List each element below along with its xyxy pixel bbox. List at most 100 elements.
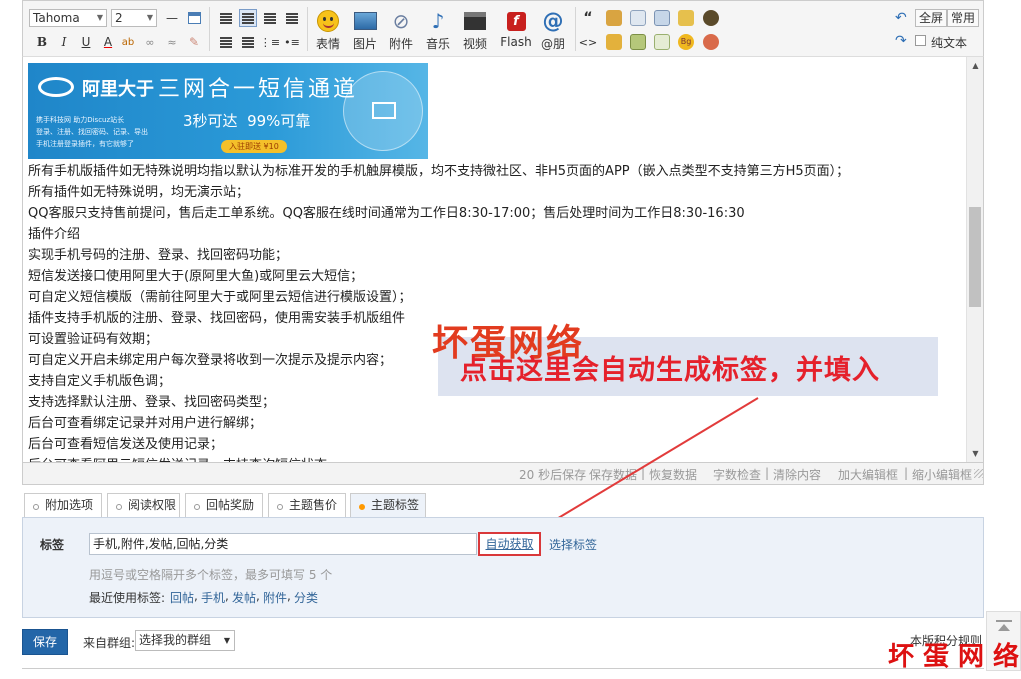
- tag-separator: ,: [256, 589, 260, 603]
- autosave-status: 20 秒后保存: [519, 468, 587, 482]
- music-note-icon: ♪: [431, 9, 445, 33]
- tab-thread-tags[interactable]: 主题标签: [350, 493, 426, 519]
- float-right-icon[interactable]: [239, 33, 257, 51]
- lock-icon[interactable]: [606, 34, 622, 50]
- submit-bar: 保存 来自群组: 选择我的群组 ▼ 本版积分规则: [22, 624, 984, 669]
- recent-tags-label: 最近使用标签:: [89, 591, 166, 605]
- scrollbar-thumb[interactable]: [969, 207, 981, 307]
- ordered-list-icon[interactable]: ⋮≡: [260, 33, 280, 51]
- italic-icon[interactable]: I: [55, 33, 73, 51]
- tag-label: 标签: [40, 538, 65, 552]
- enlarge-editor-link[interactable]: 加大编辑框: [838, 466, 898, 483]
- recent-tag[interactable]: 回帖: [170, 589, 194, 606]
- redo-icon[interactable]: ↷: [895, 33, 907, 49]
- video-clapper-icon: [462, 8, 488, 34]
- tag-panel: 标签 手机,附件,发帖,回帖,分类 自动获取 选择标签 用逗号或空格隔开多个标签…: [22, 517, 984, 618]
- brand-logo-icon: [38, 77, 74, 97]
- clear-content-link[interactable]: 清除内容: [773, 466, 821, 483]
- recent-tag[interactable]: 发帖: [232, 589, 256, 606]
- editor-scrollbar[interactable]: ▲ ▼: [966, 57, 983, 462]
- bold-icon[interactable]: B: [33, 33, 51, 51]
- at-icon: @: [542, 9, 564, 33]
- mention-button[interactable]: @ @朋: [536, 8, 570, 52]
- banner-small-text: 携手科技网 助力Discuz站长 登录、注册、找回密码、记录、导出 手机注册登录…: [36, 116, 148, 148]
- music-button[interactable]: ♪ 音乐: [421, 8, 455, 52]
- video-button[interactable]: 视频: [458, 8, 492, 52]
- resize-grip-icon[interactable]: [974, 469, 983, 478]
- save-button[interactable]: 保存: [22, 629, 68, 655]
- disc-icon[interactable]: [703, 10, 719, 26]
- link-icon[interactable]: ∞: [141, 33, 159, 51]
- table-icon[interactable]: [185, 9, 203, 27]
- auto-fetch-button[interactable]: 自动获取: [478, 532, 541, 556]
- content-line: 短信发送接口使用阿里大于(原阿里大鱼)或阿里云大短信；: [28, 269, 364, 284]
- status-divider: |: [641, 466, 646, 480]
- tag-input[interactable]: 手机,附件,发帖,回帖,分类: [89, 533, 477, 555]
- hide-icon[interactable]: [703, 34, 719, 50]
- corner-watermark: 坏蛋网络: [888, 642, 1021, 672]
- restore-data-link[interactable]: 恢复数据: [649, 466, 697, 483]
- note-icon[interactable]: [654, 34, 670, 50]
- emoticon-button[interactable]: 表情: [311, 8, 345, 52]
- image-mark-icon[interactable]: [606, 10, 622, 26]
- choose-tag-link[interactable]: 选择标签: [549, 536, 597, 553]
- save-data-link[interactable]: 保存数据: [589, 466, 637, 483]
- undo-icon[interactable]: ↶: [895, 10, 907, 26]
- toolbar-divider: [307, 7, 308, 51]
- key-icon[interactable]: [678, 10, 694, 26]
- banner-slogan: 3秒可达 99%可靠: [183, 112, 311, 130]
- align-left-icon[interactable]: [217, 9, 235, 27]
- recent-tag[interactable]: 分类: [294, 589, 318, 606]
- format-brush-icon[interactable]: ✎: [185, 33, 203, 51]
- toolbar-divider: [209, 7, 210, 51]
- scroll-up-icon[interactable]: ▲: [967, 61, 983, 70]
- editor-toolbar: Tahoma ▼ 2 ▼ — B I U A ab ∞ ≈ ✎ ⋮≡ •≡ 表情 图…: [22, 0, 984, 56]
- paperclip-icon: ⊘: [392, 9, 410, 33]
- editor-area[interactable]: 阿里大于 三网合一短信通道 携手科技网 助力Discuz站长 登录、注册、找回密…: [22, 56, 984, 463]
- page-icon[interactable]: [630, 10, 646, 26]
- recent-tag[interactable]: 附件: [263, 589, 287, 606]
- quote-icon[interactable]: “: [579, 9, 597, 27]
- unlink-icon[interactable]: ≈: [163, 33, 181, 51]
- background-icon[interactable]: Bg: [678, 34, 694, 50]
- arrow-up-icon: [998, 624, 1010, 631]
- attachment-button[interactable]: ⊘ 附件: [384, 8, 418, 52]
- back-to-top-icon: [996, 620, 1012, 622]
- font-size-select[interactable]: 2 ▼: [111, 9, 157, 27]
- align-justify-icon[interactable]: [283, 9, 301, 27]
- tag-hint: 用逗号或空格隔开多个标签，最多可填写 5 个: [89, 568, 333, 582]
- word-check-link[interactable]: 字数检查: [713, 466, 761, 483]
- tab-reply-reward[interactable]: 回帖奖励: [185, 493, 263, 518]
- tab-extra-options[interactable]: 附加选项: [24, 493, 102, 518]
- align-right-icon[interactable]: [261, 9, 279, 27]
- gallery-icon[interactable]: [630, 34, 646, 50]
- underline-icon[interactable]: U: [77, 33, 95, 51]
- common-button[interactable]: 常用: [947, 9, 980, 27]
- flash-button[interactable]: f Flash: [497, 8, 535, 49]
- scroll-down-icon[interactable]: ▼: [967, 449, 983, 458]
- chevron-down-icon: ▼: [146, 13, 153, 22]
- fullscreen-button[interactable]: 全屏: [915, 9, 948, 27]
- group-select[interactable]: 选择我的群组 ▼: [135, 630, 235, 651]
- unordered-list-icon[interactable]: •≡: [283, 33, 301, 51]
- plaintext-label: 纯文本: [931, 36, 968, 50]
- align-center-icon[interactable]: [239, 9, 257, 27]
- float-left-icon[interactable]: [217, 33, 235, 51]
- list-box-icon[interactable]: [654, 10, 670, 26]
- shrink-editor-link[interactable]: 缩小编辑框: [912, 466, 972, 483]
- highlight-icon[interactable]: ab: [119, 33, 137, 51]
- content-line: 后台可查看绑定记录并对用户进行解绑；: [28, 416, 263, 431]
- recent-tag[interactable]: 手机: [201, 589, 225, 606]
- font-family-select[interactable]: Tahoma ▼: [29, 9, 107, 27]
- flash-icon: f: [503, 8, 529, 34]
- banner-badge: 入驻即送 ¥10: [221, 140, 287, 153]
- from-group-label: 来自群组:: [83, 636, 136, 650]
- plaintext-checkbox[interactable]: [915, 35, 926, 46]
- tag-separator: ,: [194, 589, 198, 603]
- code-icon[interactable]: <>: [579, 33, 597, 51]
- image-button[interactable]: 图片: [348, 8, 382, 52]
- tab-read-permission[interactable]: 阅读权限: [107, 493, 180, 518]
- font-color-icon[interactable]: A: [99, 33, 117, 51]
- horizontal-rule-icon[interactable]: —: [163, 9, 181, 27]
- tab-thread-price[interactable]: 主题售价: [268, 493, 346, 518]
